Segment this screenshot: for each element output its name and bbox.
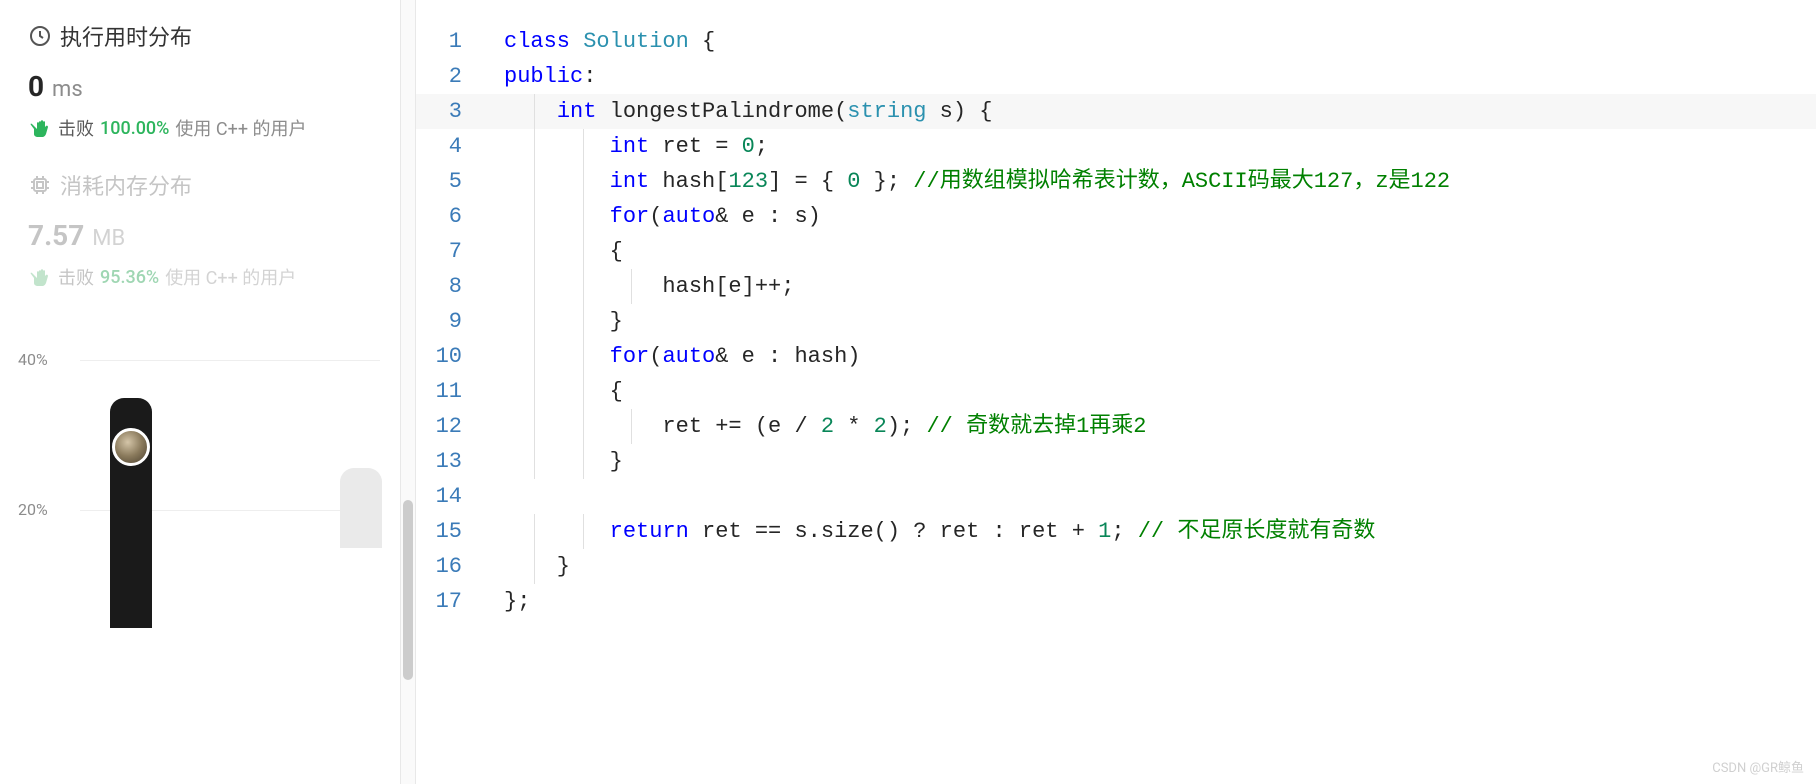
runtime-title: 执行用时分布 — [60, 20, 192, 52]
line-number: 16 — [416, 549, 486, 584]
memory-value-row: 7.57 MB — [28, 219, 372, 252]
line-number: 9 — [416, 304, 486, 339]
memory-unit: MB — [92, 226, 125, 251]
y-tick-20: 20% — [18, 500, 48, 519]
memory-lang: 使用 C++ 的用户 — [165, 264, 296, 290]
code-text[interactable]: { — [486, 234, 1816, 269]
runtime-beat-label: 击败 — [58, 115, 94, 141]
code-text[interactable]: class Solution { — [486, 24, 1816, 59]
line-number: 5 — [416, 164, 486, 199]
code-text[interactable] — [486, 479, 1816, 514]
code-line[interactable]: 4 int ret = 0; — [416, 129, 1816, 164]
code-text[interactable]: for(auto& e : s) — [486, 199, 1816, 234]
runtime-section[interactable]: 执行用时分布 0 ms 击败 100.00% 使用 C++ 的用户 — [0, 20, 400, 141]
code-line[interactable]: 11 { — [416, 374, 1816, 409]
code-line[interactable]: 2public: — [416, 59, 1816, 94]
memory-beat-row: 击败 95.36% 使用 C++ 的用户 — [28, 264, 372, 290]
line-number: 11 — [416, 374, 486, 409]
clock-icon — [28, 24, 52, 48]
avatar[interactable] — [112, 428, 150, 466]
code-text[interactable]: } — [486, 304, 1816, 339]
code-text[interactable]: public: — [486, 59, 1816, 94]
line-number: 15 — [416, 514, 486, 549]
runtime-title-row: 执行用时分布 — [28, 20, 372, 52]
clap-icon — [28, 265, 52, 289]
runtime-value: 0 — [28, 70, 44, 103]
code-text[interactable]: int hash[123] = { 0 }; //用数组模拟哈希表计数，ASCI… — [486, 164, 1816, 199]
code-line[interactable]: 12 ret += (e / 2 * 2); // 奇数就去掉1再乘2 — [416, 409, 1816, 444]
memory-beat-label: 击败 — [58, 264, 94, 290]
line-number: 6 — [416, 199, 486, 234]
code-line[interactable]: 5 int hash[123] = { 0 }; //用数组模拟哈希表计数，AS… — [416, 164, 1816, 199]
scrollbar-thumb[interactable] — [403, 500, 413, 680]
code-text[interactable]: ret += (e / 2 * 2); // 奇数就去掉1再乘2 — [486, 409, 1816, 444]
line-number: 4 — [416, 129, 486, 164]
stats-sidebar: 执行用时分布 0 ms 击败 100.00% 使用 C++ 的用户 消耗内存分布… — [0, 0, 400, 784]
line-number: 7 — [416, 234, 486, 269]
code-line[interactable]: 8 hash[e]++; — [416, 269, 1816, 304]
code-line[interactable]: 3 int longestPalindrome(string s) { — [416, 94, 1816, 129]
code-line[interactable]: 16 } — [416, 549, 1816, 584]
memory-value: 7.57 — [28, 219, 84, 252]
code-line[interactable]: 10 for(auto& e : hash) — [416, 339, 1816, 374]
memory-title-row: 消耗内存分布 — [28, 169, 372, 201]
runtime-percent: 100.00% — [100, 118, 169, 139]
memory-percent: 95.36% — [100, 267, 159, 288]
runtime-lang: 使用 C++ 的用户 — [175, 115, 306, 141]
clap-icon — [28, 116, 52, 140]
line-number: 17 — [416, 584, 486, 619]
code-line[interactable]: 9 } — [416, 304, 1816, 339]
line-number: 8 — [416, 269, 486, 304]
code-text[interactable]: hash[e]++; — [486, 269, 1816, 304]
code-text[interactable]: } — [486, 549, 1816, 584]
line-number: 3 — [416, 94, 486, 129]
cpu-icon — [28, 173, 52, 197]
memory-title: 消耗内存分布 — [60, 169, 192, 201]
line-number: 1 — [416, 24, 486, 59]
grid-line — [80, 360, 380, 361]
memory-section[interactable]: 消耗内存分布 7.57 MB 击败 95.36% 使用 C++ 的用户 — [0, 169, 400, 290]
line-number: 13 — [416, 444, 486, 479]
line-number: 12 — [416, 409, 486, 444]
code-text[interactable]: return ret == s.size() ? ret : ret + 1; … — [486, 514, 1816, 549]
distribution-chart[interactable]: 40% 20% — [0, 318, 400, 618]
code-editor[interactable]: 1class Solution {2public:3 int longestPa… — [416, 0, 1816, 784]
code-text[interactable]: int longestPalindrome(string s) { — [486, 94, 1816, 129]
line-number: 10 — [416, 339, 486, 374]
line-number: 2 — [416, 59, 486, 94]
code-line[interactable]: 1class Solution { — [416, 24, 1816, 59]
code-line[interactable]: 15 return ret == s.size() ? ret : ret + … — [416, 514, 1816, 549]
code-line[interactable]: 17}; — [416, 584, 1816, 619]
line-number: 14 — [416, 479, 486, 514]
sidebar-scrollbar[interactable] — [401, 0, 415, 784]
runtime-value-row: 0 ms — [28, 70, 372, 103]
watermark: CSDN @GR鲸鱼 — [1712, 757, 1804, 776]
code-line[interactable]: 7 { — [416, 234, 1816, 269]
code-line[interactable]: 13 } — [416, 444, 1816, 479]
code-text[interactable]: { — [486, 374, 1816, 409]
code-line[interactable]: 14 — [416, 479, 1816, 514]
y-tick-40: 40% — [18, 350, 48, 369]
code-text[interactable]: }; — [486, 584, 1816, 619]
code-text[interactable]: } — [486, 444, 1816, 479]
code-text[interactable]: for(auto& e : hash) — [486, 339, 1816, 374]
runtime-unit: ms — [52, 77, 83, 102]
code-line[interactable]: 6 for(auto& e : s) — [416, 199, 1816, 234]
code-text[interactable]: int ret = 0; — [486, 129, 1816, 164]
chart-bar-other[interactable] — [340, 468, 382, 548]
runtime-beat-row: 击败 100.00% 使用 C++ 的用户 — [28, 115, 372, 141]
